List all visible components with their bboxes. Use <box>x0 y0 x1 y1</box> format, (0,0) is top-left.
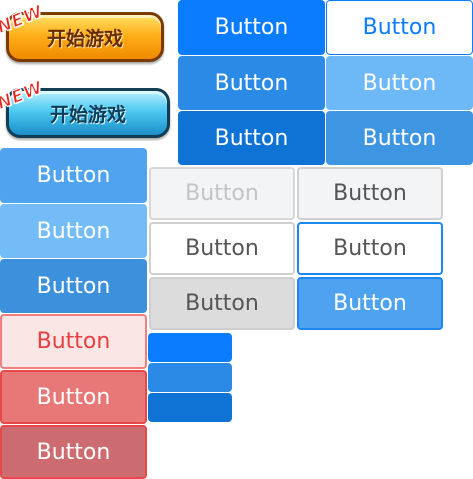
small-primary-active-button[interactable] <box>148 393 232 422</box>
default-disabled-button: Button <box>149 167 295 220</box>
danger-dark-button[interactable]: Button <box>0 425 147 479</box>
primary-pressed-button[interactable]: Button <box>326 111 473 165</box>
primary-active-button[interactable]: Button <box>178 111 325 165</box>
small-primary-hover-button[interactable] <box>148 363 232 392</box>
start-game-label: 开始游戏 <box>49 103 126 126</box>
danger-outline-button[interactable]: Button <box>0 314 147 369</box>
primary-hover-button[interactable]: Button <box>178 56 325 110</box>
default-selected-button[interactable]: Button <box>297 277 443 330</box>
primary-light-button[interactable]: Button <box>326 56 473 110</box>
button-showcase: 开始游戏 NEW 开始游戏 NEW Button Button Button B… <box>0 0 473 479</box>
danger-button[interactable]: Button <box>0 370 147 424</box>
primary-outline-button[interactable]: Button <box>326 0 473 55</box>
small-primary-button[interactable] <box>148 333 232 362</box>
primary-button[interactable]: Button <box>178 0 325 55</box>
blue-light-button[interactable]: Button <box>0 204 147 258</box>
default-pressed-button[interactable]: Button <box>149 277 295 330</box>
blue-dark-button[interactable]: Button <box>0 259 147 313</box>
default-button[interactable]: Button <box>149 222 295 275</box>
blue-button[interactable]: Button <box>0 148 147 203</box>
default-gray-button[interactable]: Button <box>297 167 443 220</box>
default-focused-button[interactable]: Button <box>297 222 443 275</box>
start-game-label: 开始游戏 <box>46 27 123 50</box>
